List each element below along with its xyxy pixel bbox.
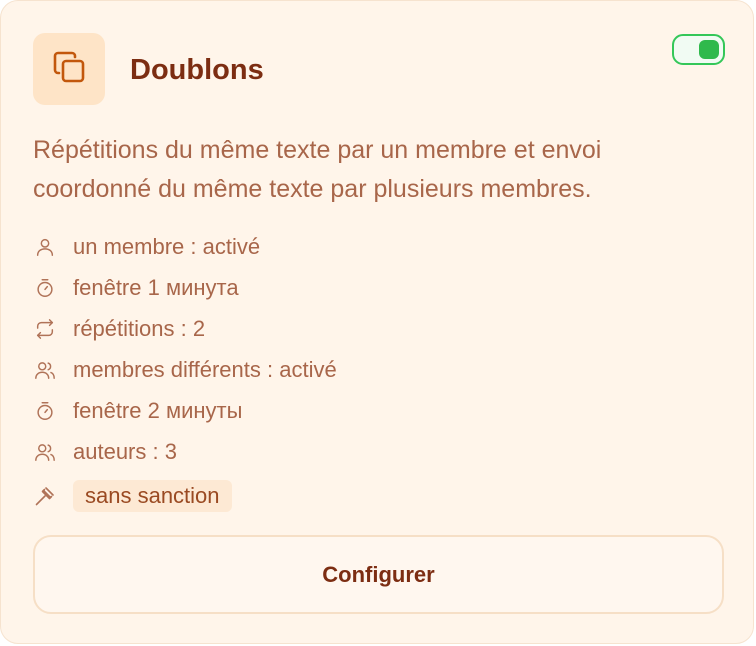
repeat-icon <box>33 317 57 341</box>
configure-button[interactable]: Configurer <box>33 535 724 614</box>
users-icon <box>33 440 57 464</box>
list-item-text: un membre : activé <box>73 233 261 259</box>
rule-description: Répétitions du même texte par un membre … <box>33 136 602 203</box>
list-item-text: fenêtre 1 минута <box>73 274 239 300</box>
list-item: répétitions : 2 <box>33 308 713 349</box>
copy-icon <box>49 47 89 92</box>
list-item-text: auteurs : 3 <box>73 438 177 464</box>
list-item: fenêtre 2 минуты <box>33 390 713 431</box>
list-item-text: fenêtre 2 минуты <box>73 397 243 423</box>
list-item: membres différents : activé <box>33 349 713 390</box>
moderation-rule-card: Doublons Répétitions du même texte par u… <box>0 0 754 644</box>
rule-title: Doublons <box>130 54 264 86</box>
list-item-text: membres différents : activé <box>73 356 337 382</box>
sanction-badge: sans sanction <box>73 479 232 512</box>
rule-enabled-toggle[interactable] <box>672 34 725 65</box>
user-icon <box>33 235 57 259</box>
list-item: auteurs : 3 <box>33 431 713 472</box>
users-icon <box>33 358 57 382</box>
rule-icon-tile <box>33 33 105 105</box>
timer-icon <box>33 399 57 423</box>
toggle-knob <box>699 40 719 59</box>
list-item: fenêtre 1 минута <box>33 267 713 308</box>
list-item-text: répétitions : 2 <box>73 315 206 341</box>
list-item: un membre : activé <box>33 226 713 267</box>
list-item: sans sanction <box>33 475 713 516</box>
timer-icon <box>33 276 57 300</box>
gavel-icon <box>33 484 57 508</box>
